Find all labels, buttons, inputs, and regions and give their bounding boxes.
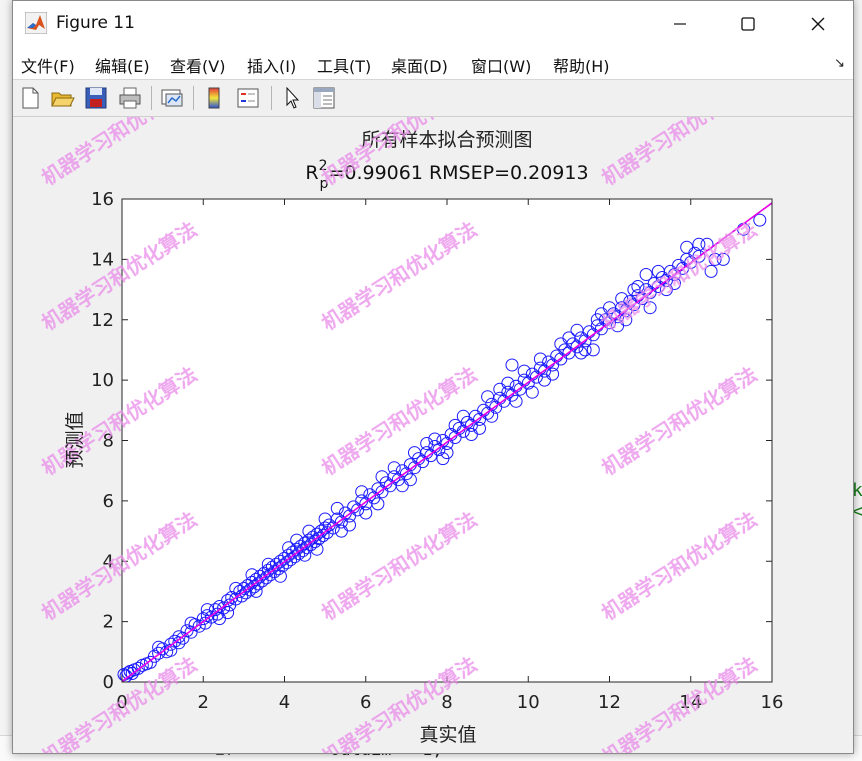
x-axis-label: 真实值 xyxy=(419,724,476,746)
x-tick-label: 6 xyxy=(360,692,371,713)
y-tick-label: 10 xyxy=(91,370,114,391)
close-icon xyxy=(811,17,825,31)
x-tick-label: 2 xyxy=(198,692,209,713)
minimize-button[interactable] xyxy=(657,1,703,47)
menu-file[interactable]: 文件(F) xyxy=(21,53,75,77)
y-tick-label: 12 xyxy=(91,310,114,331)
maximize-icon xyxy=(741,17,755,31)
maximize-button[interactable] xyxy=(725,1,771,47)
property-inspector-icon[interactable] xyxy=(311,85,337,111)
y-tick-label: 16 xyxy=(91,189,114,210)
x-tick-label: 16 xyxy=(761,692,784,713)
menu-help[interactable]: 帮助(H) xyxy=(553,53,610,77)
y-tick-label: 0 xyxy=(103,672,114,693)
toolbar-separator xyxy=(151,86,152,110)
plot-svg: 所有样本拟合预测图 R2 p=0.99061 RMSEP=0.20913 0246… xyxy=(37,117,784,753)
y-tick-label: 6 xyxy=(103,491,114,512)
y-tick-label: 2 xyxy=(103,612,114,633)
x-tick-label: 10 xyxy=(517,692,540,713)
save-icon[interactable] xyxy=(83,85,109,111)
toolbar xyxy=(13,80,853,117)
toolbar-separator xyxy=(271,86,272,110)
toolbar-separator xyxy=(193,86,194,110)
x-tick-label: 12 xyxy=(598,692,621,713)
figure-window: Figure 11 文件(F) 编辑(E) 查看(V) 插入(I) 工具(T) … xyxy=(12,0,854,754)
menu-desktop[interactable]: 桌面(D) xyxy=(391,53,448,77)
menu-view[interactable]: 查看(V) xyxy=(170,53,225,77)
title-bar: Figure 11 xyxy=(13,1,853,47)
matlab-logo-icon xyxy=(25,12,47,34)
watermark-text: 机器学习和优化算法 xyxy=(37,117,201,190)
subtitle-r: R xyxy=(305,162,318,184)
window-title: Figure 11 xyxy=(56,13,135,33)
figure-canvas: 所有样本拟合预测图 R2 p=0.99061 RMSEP=0.20913 0246… xyxy=(13,117,853,753)
pointer-icon[interactable] xyxy=(279,85,305,111)
watermark-text: 机器学习和优化算法 xyxy=(597,117,761,190)
link-plot-icon[interactable] xyxy=(159,85,185,111)
menu-insert[interactable]: 插入(I) xyxy=(247,53,296,77)
minimize-icon xyxy=(674,23,686,25)
open-file-icon[interactable] xyxy=(49,85,75,111)
x-tick-label: 4 xyxy=(279,692,290,713)
new-figure-icon[interactable] xyxy=(17,85,43,111)
legend-icon[interactable] xyxy=(235,85,261,111)
close-button[interactable] xyxy=(795,1,841,47)
menu-window[interactable]: 窗口(W) xyxy=(471,53,531,77)
print-icon[interactable] xyxy=(117,85,143,111)
watermark-text: 机器学习和优化算法 xyxy=(37,652,201,753)
menu-tools[interactable]: 工具(T) xyxy=(317,53,371,77)
menu-edit[interactable]: 编辑(E) xyxy=(95,53,150,77)
y-axis-label: 预测值 xyxy=(64,411,86,468)
colorbar-icon[interactable] xyxy=(201,85,227,111)
dock-arrow-icon[interactable]: ↘ xyxy=(834,56,845,71)
menu-bar: 文件(F) 编辑(E) 查看(V) 插入(I) 工具(T) 桌面(D) 窗口(W… xyxy=(13,47,853,80)
